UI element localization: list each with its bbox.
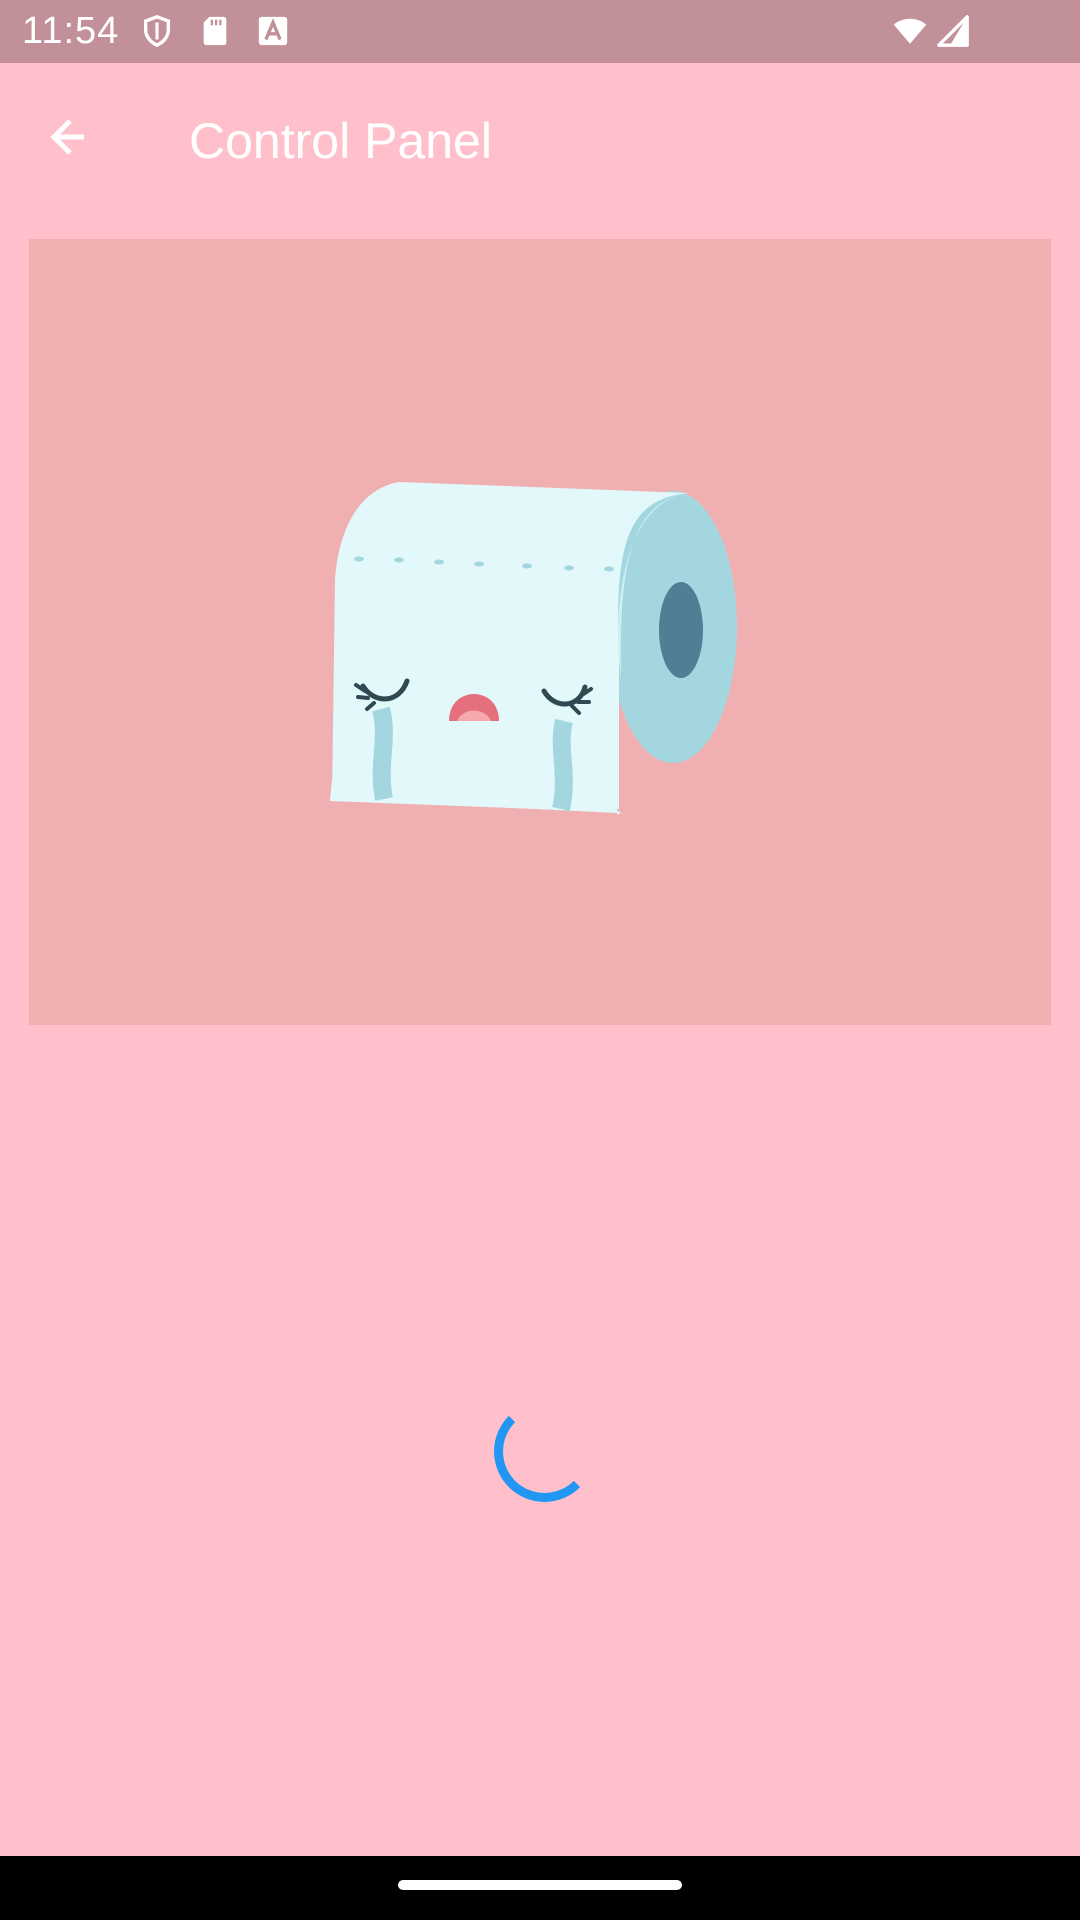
sd-card-icon [198,14,232,48]
system-nav-bar [0,1856,1080,1920]
loading-spinner [486,1406,582,1502]
wifi-icon [890,14,930,48]
font-a-icon [256,14,290,48]
arrow-back-icon [36,109,110,165]
hero-image [29,239,1051,1025]
shield-icon [140,14,174,48]
crying-toilet-paper-illustration [29,239,1051,1025]
back-button[interactable] [36,109,110,165]
cell-signal-icon [936,14,970,48]
app-bar: Control Panel [0,63,1080,210]
home-indicator[interactable] [398,1880,682,1890]
page-title: Control Panel [189,113,492,169]
status-time: 11:54 [22,10,120,52]
status-bar: 11:54 [0,0,1080,63]
